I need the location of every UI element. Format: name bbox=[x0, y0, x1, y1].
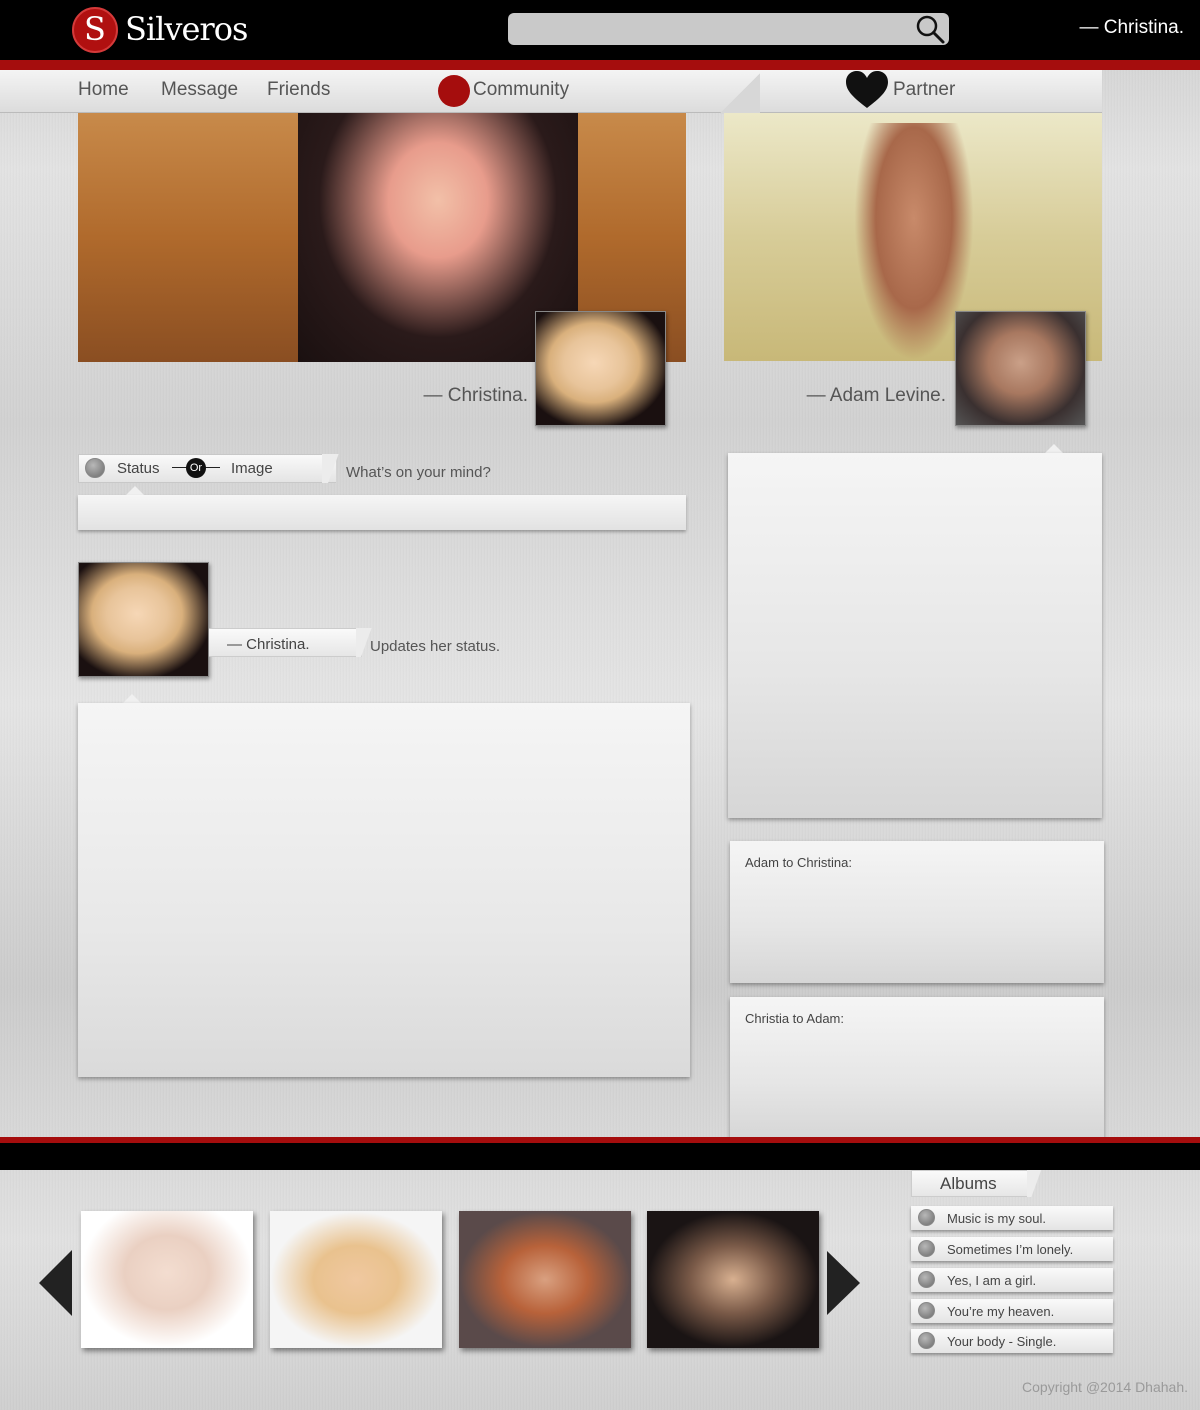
album-thumbnail[interactable] bbox=[647, 1211, 819, 1348]
nav-partner[interactable]: Partner bbox=[893, 79, 955, 101]
album-label: Sometimes I’m lonely. bbox=[947, 1242, 1074, 1257]
status-radio[interactable] bbox=[85, 458, 105, 478]
post-action-text: Updates her status. bbox=[370, 638, 501, 655]
partner-pointer bbox=[1045, 444, 1063, 453]
album-item[interactable]: Sometimes I’m lonely. bbox=[911, 1237, 1113, 1261]
logo-mark[interactable]: S bbox=[72, 7, 118, 53]
album-label: Music is my soul. bbox=[947, 1211, 1046, 1226]
nav-community[interactable]: Community bbox=[473, 79, 569, 101]
or-badge: Or bbox=[186, 458, 206, 478]
album-item[interactable]: Your body - Single. bbox=[911, 1329, 1113, 1353]
album-radio[interactable] bbox=[918, 1271, 935, 1288]
footer-bar bbox=[0, 1143, 1200, 1170]
status-input[interactable] bbox=[78, 495, 686, 530]
album-label: Your body - Single. bbox=[947, 1334, 1057, 1349]
album-item[interactable]: Yes, I am a girl. bbox=[911, 1268, 1113, 1292]
post-pointer bbox=[123, 694, 141, 703]
album-item[interactable]: You’re my heaven. bbox=[911, 1299, 1113, 1323]
owner-caption[interactable]: — Christina. bbox=[330, 385, 528, 407]
current-user-name[interactable]: — Christina. bbox=[1060, 17, 1184, 39]
message-label: Christia to Adam: bbox=[745, 1011, 844, 1026]
logo-text[interactable]: Silveros bbox=[125, 10, 248, 48]
post-author-name[interactable]: — Christina. bbox=[209, 628, 362, 657]
album-radio[interactable] bbox=[918, 1209, 935, 1226]
top-bar-accent bbox=[0, 60, 1200, 70]
message-label: Adam to Christina: bbox=[745, 855, 852, 870]
message-box-christina[interactable]: Christia to Adam: bbox=[730, 997, 1104, 1139]
album-item[interactable]: Music is my soul. bbox=[911, 1206, 1113, 1230]
composer-pointer bbox=[126, 486, 144, 495]
albums-title: Albums bbox=[911, 1170, 1029, 1197]
tab-status[interactable]: Status bbox=[117, 460, 160, 477]
copyright-text: Copyright @2014 Dhahah. bbox=[1022, 1379, 1188, 1395]
nav-message[interactable]: Message bbox=[161, 79, 238, 101]
post-author-avatar[interactable] bbox=[78, 562, 209, 677]
search-input[interactable] bbox=[508, 13, 949, 45]
album-thumbnail[interactable] bbox=[459, 1211, 631, 1348]
carousel-prev-icon[interactable] bbox=[39, 1250, 72, 1316]
album-label: Yes, I am a girl. bbox=[947, 1273, 1037, 1288]
partner-caption[interactable]: — Adam Levine. bbox=[740, 385, 946, 407]
album-radio[interactable] bbox=[918, 1302, 935, 1319]
tab-image[interactable]: Image bbox=[231, 460, 273, 477]
search-icon[interactable] bbox=[913, 12, 947, 46]
partner-panel[interactable] bbox=[728, 453, 1102, 818]
carousel-next-icon[interactable] bbox=[827, 1251, 860, 1315]
album-radio[interactable] bbox=[918, 1240, 935, 1257]
composer-prompt: What’s on your mind? bbox=[346, 464, 491, 481]
tab-edge bbox=[1027, 1170, 1045, 1197]
album-radio[interactable] bbox=[918, 1332, 935, 1349]
album-label: You’re my heaven. bbox=[947, 1304, 1055, 1319]
nav-divider bbox=[720, 72, 760, 114]
album-thumbnail[interactable] bbox=[81, 1211, 253, 1348]
partner-avatar[interactable] bbox=[955, 311, 1086, 426]
heart-icon[interactable] bbox=[844, 70, 890, 110]
nav-friends[interactable]: Friends bbox=[267, 79, 330, 101]
owner-avatar[interactable] bbox=[535, 311, 666, 426]
nav-home[interactable]: Home bbox=[78, 79, 129, 101]
post-content[interactable] bbox=[78, 703, 690, 1077]
community-icon[interactable] bbox=[438, 75, 470, 107]
album-thumbnail[interactable] bbox=[270, 1211, 442, 1348]
message-box-adam[interactable]: Adam to Christina: bbox=[730, 841, 1104, 983]
tab-edge bbox=[322, 454, 344, 483]
